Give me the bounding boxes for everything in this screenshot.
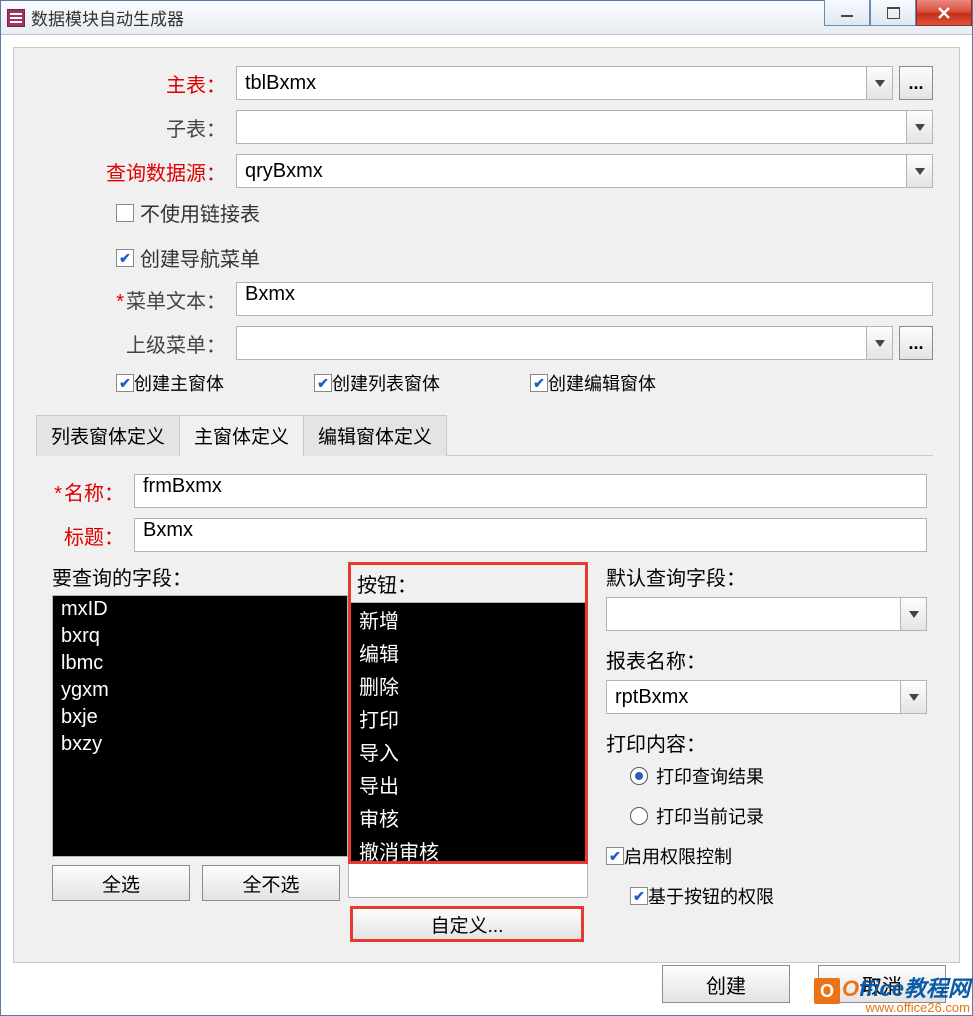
- sub-table-label: 子表：: [40, 113, 236, 142]
- tab-list-form[interactable]: 列表窗体定义: [36, 415, 180, 456]
- button-permission-label: 基于按钮的权限: [648, 883, 774, 909]
- buttons-listbox[interactable]: 新增 编辑 删除 打印 导入 导出 审核 撤消审核 关闭: [351, 603, 585, 861]
- list-item[interactable]: lbmc: [53, 650, 347, 677]
- dropdown-icon[interactable]: [866, 327, 892, 359]
- buttons-panel-highlight: 按钮： 新增 编辑 删除 打印 导入 导出 审核 撤消审核 关闭: [348, 562, 588, 864]
- tab-edit-form[interactable]: 编辑窗体定义: [303, 415, 447, 456]
- main-table-combo[interactable]: tblBxmx: [236, 66, 893, 100]
- query-source-label: 查询数据源：: [40, 157, 236, 186]
- print-current-record-radio[interactable]: [630, 807, 648, 825]
- tab-main-form-content: *名称： frmBxmx 标题： Bxmx 要查询的字段： mxID bxrq …: [40, 456, 933, 948]
- list-item[interactable]: mxID: [53, 596, 347, 623]
- sub-table-combo[interactable]: [236, 110, 933, 144]
- window-title: 数据模块自动生成器: [31, 5, 184, 30]
- app-window: 数据模块自动生成器 主表： tblBxmx ... 子表：: [0, 0, 973, 1016]
- enable-permission-label: 启用权限控制: [624, 843, 732, 869]
- window-controls: [824, 0, 972, 26]
- tab-main-form[interactable]: 主窗体定义: [179, 415, 304, 456]
- close-button[interactable]: [916, 0, 972, 26]
- report-name-label: 报表名称：: [606, 645, 927, 674]
- print-query-result-radio[interactable]: [630, 767, 648, 785]
- parent-menu-combo[interactable]: [236, 326, 893, 360]
- minimize-button[interactable]: [824, 0, 870, 26]
- report-name-combo[interactable]: rptBxmx: [606, 680, 927, 714]
- maximize-button[interactable]: [870, 0, 916, 26]
- query-fields-label: 要查询的字段：: [52, 562, 348, 591]
- query-source-combo[interactable]: qryBxmx: [236, 154, 933, 188]
- create-edit-form-checkbox[interactable]: [530, 374, 548, 392]
- print-current-record-label: 打印当前记录: [656, 803, 764, 829]
- enable-permission-checkbox[interactable]: [606, 847, 624, 865]
- footer-buttons: 创建 取消: [662, 965, 946, 1003]
- create-nav-menu-label: 创建导航菜单: [140, 243, 260, 272]
- no-link-table-label: 不使用链接表: [140, 198, 260, 227]
- dropdown-icon[interactable]: [906, 155, 932, 187]
- print-query-result-label: 打印查询结果: [656, 763, 764, 789]
- name-input[interactable]: frmBxmx: [134, 474, 927, 508]
- deselect-all-button[interactable]: 全不选: [202, 865, 340, 901]
- create-edit-form-label: 创建编辑窗体: [548, 370, 656, 396]
- dropdown-icon[interactable]: [866, 67, 892, 99]
- default-query-combo[interactable]: [606, 597, 927, 631]
- list-item[interactable]: 导出: [351, 768, 585, 801]
- buttons-label: 按钮：: [351, 565, 585, 603]
- list-item[interactable]: 导入: [351, 735, 585, 768]
- list-item[interactable]: bxje: [53, 704, 347, 731]
- no-link-table-checkbox[interactable]: [116, 204, 134, 222]
- create-main-form-checkbox[interactable]: [116, 374, 134, 392]
- button-permission-checkbox[interactable]: [630, 887, 648, 905]
- content-panel: 主表： tblBxmx ... 子表： 查询数据源：: [13, 47, 960, 963]
- main-table-browse-button[interactable]: ...: [899, 66, 933, 100]
- customize-button-highlight: 自定义...: [350, 906, 584, 942]
- select-all-button[interactable]: 全选: [52, 865, 190, 901]
- create-nav-menu-checkbox[interactable]: [116, 249, 134, 267]
- list-item[interactable]: bxzy: [53, 731, 347, 758]
- parent-menu-label: 上级菜单：: [40, 329, 236, 358]
- menu-text-input[interactable]: Bxmx: [236, 282, 933, 316]
- main-table-value: tblBxmx: [245, 72, 316, 95]
- dropdown-icon[interactable]: [900, 681, 926, 713]
- title-input[interactable]: Bxmx: [134, 518, 927, 552]
- cancel-button[interactable]: 取消: [818, 965, 946, 1003]
- dropdown-icon[interactable]: [906, 111, 932, 143]
- app-icon: [7, 9, 25, 27]
- default-query-label: 默认查询字段：: [606, 562, 927, 591]
- list-item[interactable]: 审核: [351, 801, 585, 834]
- list-item[interactable]: bxrq: [53, 623, 347, 650]
- titlebar: 数据模块自动生成器: [1, 1, 972, 35]
- dropdown-icon[interactable]: [900, 598, 926, 630]
- customize-button[interactable]: 自定义...: [353, 909, 581, 939]
- create-list-form-label: 创建列表窗体: [332, 370, 440, 396]
- parent-menu-browse-button[interactable]: ...: [899, 326, 933, 360]
- list-item[interactable]: ygxm: [53, 677, 347, 704]
- create-main-form-label: 创建主窗体: [134, 370, 224, 396]
- create-button[interactable]: 创建: [662, 965, 790, 1003]
- list-item[interactable]: 撤消审核: [351, 834, 585, 867]
- list-item[interactable]: 编辑: [351, 636, 585, 669]
- list-item[interactable]: 删除: [351, 669, 585, 702]
- menu-text-label: *菜单文本：: [40, 285, 236, 314]
- print-content-label: 打印内容：: [606, 728, 927, 757]
- main-table-label: 主表：: [40, 69, 236, 98]
- create-list-form-checkbox[interactable]: [314, 374, 332, 392]
- list-item[interactable]: 打印: [351, 702, 585, 735]
- title-label: 标题：: [52, 521, 134, 550]
- query-fields-listbox[interactable]: mxID bxrq lbmc ygxm bxje bxzy: [52, 595, 348, 857]
- name-label: *名称：: [52, 477, 134, 506]
- list-item[interactable]: 新增: [351, 603, 585, 636]
- query-source-value: qryBxmx: [245, 160, 323, 183]
- tab-bar: 列表窗体定义 主窗体定义 编辑窗体定义: [36, 414, 933, 456]
